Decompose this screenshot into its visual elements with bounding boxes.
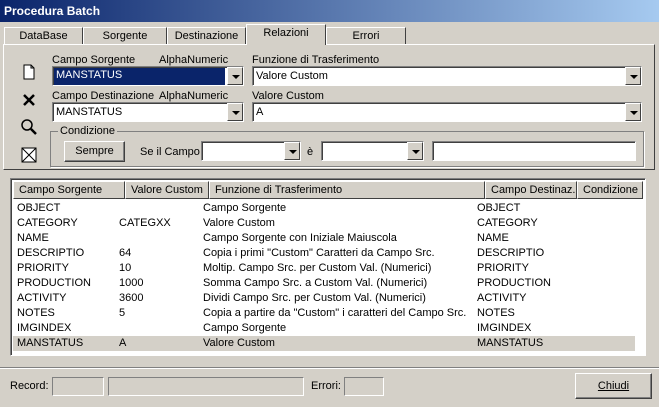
column-header-campo-destinaz[interactable]: Campo Destinaz. bbox=[485, 181, 577, 199]
cell-funzione: Copia a partire da "Custom" i caratteri … bbox=[203, 307, 467, 319]
tab-database[interactable]: DataBase bbox=[4, 27, 83, 44]
chevron-down-icon[interactable] bbox=[625, 103, 641, 121]
cell-campo-sorgente: CATEGORY bbox=[17, 217, 78, 229]
cell-campo-destinaz: ACTIVITY bbox=[477, 292, 527, 304]
campo-sorgente-type: AlphaNumeric bbox=[159, 54, 229, 66]
record-label: Record: bbox=[10, 380, 49, 392]
window-title: Procedura Batch bbox=[4, 4, 101, 18]
campo-destinazione-select[interactable]: MANSTATUS bbox=[52, 102, 244, 122]
errori-value-box bbox=[344, 377, 384, 396]
cell-campo-sorgente: IMGINDEX bbox=[17, 322, 72, 334]
tab-sorgente[interactable]: Sorgente bbox=[83, 27, 167, 44]
se-il-campo-label: Se il Campo bbox=[140, 146, 200, 158]
condizione-operatore-select[interactable] bbox=[321, 141, 424, 161]
new-document-icon[interactable] bbox=[19, 62, 39, 82]
cell-funzione: Dividi Campo Src. per Custom Val. (Numer… bbox=[203, 292, 426, 304]
cell-valore-custom: 1000 bbox=[119, 277, 144, 289]
column-header-campo-sorgente[interactable]: Campo Sorgente bbox=[13, 181, 125, 199]
cell-valore-custom: CATEGXX bbox=[119, 217, 171, 229]
clear-box-icon[interactable] bbox=[19, 145, 39, 165]
campo-sorgente-label: Campo Sorgente bbox=[52, 54, 136, 66]
table-row[interactable]: CATEGORY CATEGXX Valore Custom CATEGORY bbox=[13, 216, 635, 231]
table-row[interactable]: IMGINDEX Campo Sorgente IMGINDEX bbox=[13, 321, 635, 336]
table-row[interactable]: NOTES 5 Copia a partire da "Custom" i ca… bbox=[13, 306, 635, 321]
table-row[interactable]: PRIORITY 10 Moltip. Campo Src. per Custo… bbox=[13, 261, 635, 276]
e-label: è bbox=[307, 146, 314, 158]
funzione-label: Funzione di Trasferimento bbox=[252, 54, 380, 66]
campo-destinazione-label: Campo Destinazione bbox=[52, 90, 155, 102]
cell-campo-destinaz: DESCRIPTIO bbox=[477, 247, 545, 259]
table-row[interactable]: DESCRIPTIO 64 Copia i primi "Custom" Car… bbox=[13, 246, 635, 261]
campo-destinazione-value: MANSTATUS bbox=[56, 106, 123, 118]
cell-campo-destinaz: IMGINDEX bbox=[477, 322, 532, 334]
tab-destinazione[interactable]: Destinazione bbox=[167, 27, 246, 44]
condizione-label: Condizione bbox=[58, 125, 118, 137]
cell-funzione: Valore Custom bbox=[203, 217, 275, 229]
column-header-condizione[interactable]: Condizione bbox=[577, 181, 643, 199]
chiudi-button[interactable]: Chiudi bbox=[575, 373, 652, 399]
table-row[interactable]: NAME Campo Sorgente con Iniziale Maiusco… bbox=[13, 231, 635, 246]
funzione-select[interactable]: Valore Custom bbox=[252, 66, 642, 86]
chevron-down-icon[interactable] bbox=[227, 103, 243, 121]
column-header-valore-custom[interactable]: Valore Custom bbox=[125, 181, 209, 199]
cell-funzione: Moltip. Campo Src. per Custom Val. (Nume… bbox=[203, 262, 432, 274]
relazioni-table[interactable]: Campo Sorgente Valore Custom Funzione di… bbox=[10, 178, 646, 356]
cell-campo-destinaz: NAME bbox=[477, 232, 509, 244]
title-bar: Procedura Batch bbox=[0, 0, 659, 22]
search-icon[interactable] bbox=[19, 117, 39, 137]
campo-destinazione-type: AlphaNumeric bbox=[159, 90, 229, 102]
chevron-down-icon[interactable] bbox=[227, 67, 243, 85]
valore-custom-value: A bbox=[256, 106, 264, 118]
chevron-down-icon[interactable] bbox=[625, 67, 641, 85]
cell-campo-destinaz: PRODUCTION bbox=[477, 277, 551, 289]
tab-errori[interactable]: Errori bbox=[326, 27, 406, 44]
cell-campo-sorgente: ACTIVITY bbox=[17, 292, 67, 304]
cell-valore-custom: 64 bbox=[119, 247, 132, 259]
cell-campo-sorgente: MANSTATUS bbox=[17, 337, 84, 349]
column-header-funzione[interactable]: Funzione di Trasferimento bbox=[209, 181, 485, 199]
sempre-button[interactable]: Sempre bbox=[64, 141, 125, 162]
table-row-selected[interactable]: MANSTATUS A Valore Custom MANSTATUS bbox=[13, 336, 635, 351]
cell-funzione: Valore Custom bbox=[203, 337, 275, 349]
cell-valore-custom: 10 bbox=[119, 262, 132, 274]
tab-relazioni[interactable]: Relazioni bbox=[246, 24, 326, 45]
cell-campo-destinaz: CATEGORY bbox=[477, 217, 538, 229]
cell-campo-sorgente: OBJECT bbox=[17, 202, 61, 214]
cell-funzione: Somma Campo Src. a Custom Val. (Numerici… bbox=[203, 277, 428, 289]
record-value-box bbox=[52, 377, 104, 396]
funzione-value: Valore Custom bbox=[256, 70, 328, 82]
cell-campo-destinaz: PRIORITY bbox=[477, 262, 529, 274]
cell-valore-custom: A bbox=[119, 337, 127, 349]
campo-sorgente-select[interactable]: MANSTATUS bbox=[52, 66, 244, 86]
campo-sorgente-value: MANSTATUS bbox=[54, 68, 225, 85]
cell-campo-destinaz: MANSTATUS bbox=[477, 337, 544, 349]
cell-funzione: Campo Sorgente bbox=[203, 322, 287, 334]
cell-campo-sorgente: PRODUCTION bbox=[17, 277, 91, 289]
cell-campo-sorgente: DESCRIPTIO bbox=[17, 247, 85, 259]
table-row[interactable]: PRODUCTION 1000 Somma Campo Src. a Custo… bbox=[13, 276, 635, 291]
cell-campo-destinaz: NOTES bbox=[477, 307, 515, 319]
condizione-valore-input[interactable] bbox=[432, 141, 636, 161]
table-row[interactable]: OBJECT Campo Sorgente OBJECT bbox=[13, 201, 635, 216]
cell-campo-destinaz: OBJECT bbox=[477, 202, 521, 214]
chevron-down-icon[interactable] bbox=[284, 142, 300, 160]
table-row[interactable]: ACTIVITY 3600 Dividi Campo Src. per Cust… bbox=[13, 291, 635, 306]
valore-custom-label: Valore Custom bbox=[252, 90, 324, 102]
errori-label: Errori: bbox=[311, 380, 341, 392]
valore-custom-select[interactable]: A bbox=[252, 102, 642, 122]
cell-campo-sorgente: PRIORITY bbox=[17, 262, 69, 274]
cell-campo-sorgente: NAME bbox=[17, 232, 49, 244]
chevron-down-icon[interactable] bbox=[407, 142, 423, 160]
delete-x-icon[interactable] bbox=[19, 90, 39, 110]
cell-valore-custom: 3600 bbox=[119, 292, 144, 304]
record-info-box bbox=[108, 377, 304, 396]
cell-funzione: Campo Sorgente con Iniziale Maiuscola bbox=[203, 232, 397, 244]
condizione-campo-select[interactable] bbox=[201, 141, 301, 161]
cell-funzione: Copia i primi "Custom" Caratteri da Camp… bbox=[203, 247, 435, 259]
separator bbox=[0, 367, 659, 369]
cell-campo-sorgente: NOTES bbox=[17, 307, 55, 319]
cell-valore-custom: 5 bbox=[119, 307, 126, 319]
cell-funzione: Campo Sorgente bbox=[203, 202, 287, 214]
